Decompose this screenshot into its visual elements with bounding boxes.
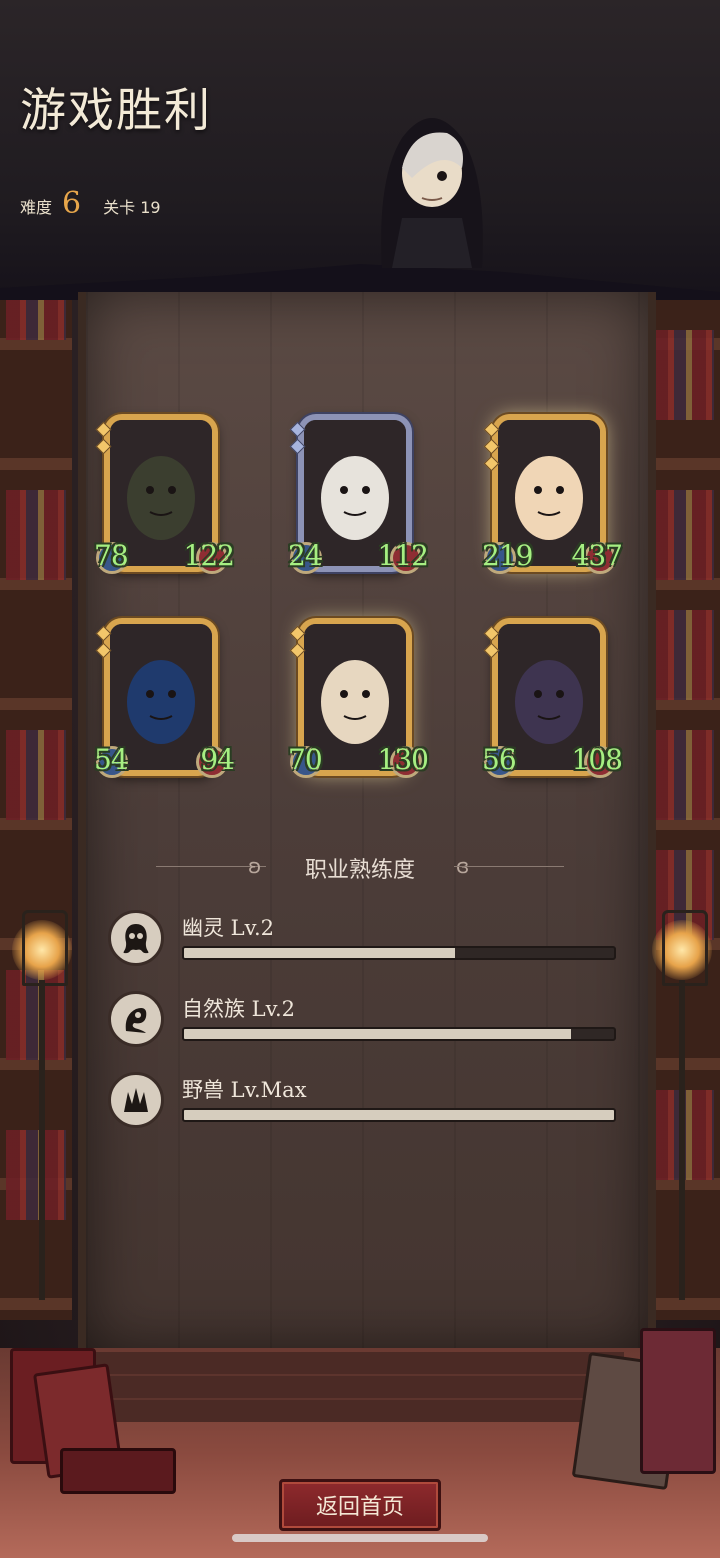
- unit-card[interactable]: 70 130: [288, 618, 429, 786]
- beast-icon: [108, 1072, 164, 1128]
- rank-gems-icon: [95, 421, 112, 458]
- proficiency-header: ʚ 职业熟练度 ɞ: [0, 852, 720, 884]
- proficiency-row-ghost: 幽灵 Lv.2: [108, 908, 616, 968]
- ghost-icon: [108, 910, 164, 966]
- unit-card[interactable]: 54 94: [94, 618, 235, 786]
- difficulty-label: 难度: [20, 198, 53, 217]
- proficiency-bar: [182, 946, 616, 960]
- stage-steps: [96, 1352, 624, 1422]
- left-bookshelf: [0, 230, 72, 1320]
- attack-value: 78: [94, 539, 129, 572]
- attack-value: 24: [288, 539, 323, 572]
- unit-card[interactable]: 78 122: [94, 414, 235, 582]
- rank-gems-icon: [289, 421, 306, 458]
- attack-value: 219: [482, 539, 533, 572]
- rank-gems-icon: [95, 625, 112, 662]
- health-value: 94: [200, 743, 235, 776]
- proficiency-label: 幽灵 Lv.2: [182, 916, 275, 940]
- nature-icon: [108, 991, 164, 1047]
- rank-gems-icon: [483, 421, 500, 475]
- attack-value: 56: [482, 743, 517, 776]
- proficiency-title: 职业熟练度: [304, 858, 415, 883]
- stage-info: 难度 6 关卡 19: [20, 186, 161, 221]
- health-value: 437: [571, 539, 623, 572]
- attack-value: 54: [94, 743, 129, 776]
- proficiency-bar: [182, 1027, 616, 1041]
- health-value: 122: [183, 539, 235, 572]
- header-banner: [0, 0, 720, 300]
- unit-card[interactable]: 24 112: [288, 414, 429, 582]
- health-value: 108: [571, 743, 623, 776]
- proficiency-row-beast: 野兽 Lv.Max: [108, 1070, 616, 1130]
- unit-card[interactable]: 56 108: [482, 618, 623, 786]
- level-label: 关卡 19: [103, 198, 161, 217]
- proficiency-label: 野兽 Lv.Max: [182, 1078, 307, 1102]
- proficiency-row-nature: 自然族 Lv.2: [108, 989, 616, 1049]
- swirl-ornament-icon: ʚ: [248, 854, 262, 878]
- book-pile-right: [571, 1328, 716, 1498]
- unit-card[interactable]: 219 437: [482, 414, 623, 582]
- rank-gems-icon: [483, 625, 500, 662]
- difficulty-value: 6: [62, 186, 82, 221]
- page-title: 游戏胜利: [20, 83, 212, 137]
- rank-gems-icon: [289, 625, 306, 662]
- lantern-right: [642, 880, 720, 1300]
- health-value: 112: [377, 539, 429, 572]
- home-indicator: [232, 1534, 488, 1542]
- health-value: 130: [377, 743, 429, 776]
- book-pile-left: [0, 1328, 176, 1498]
- attack-value: 70: [288, 743, 323, 776]
- proficiency-bar: [182, 1108, 616, 1122]
- lantern-left: [2, 880, 82, 1300]
- hero-portrait: [372, 98, 492, 268]
- proficiency-label: 自然族 Lv.2: [182, 997, 296, 1021]
- return-home-button[interactable]: 返回首页: [279, 1479, 441, 1531]
